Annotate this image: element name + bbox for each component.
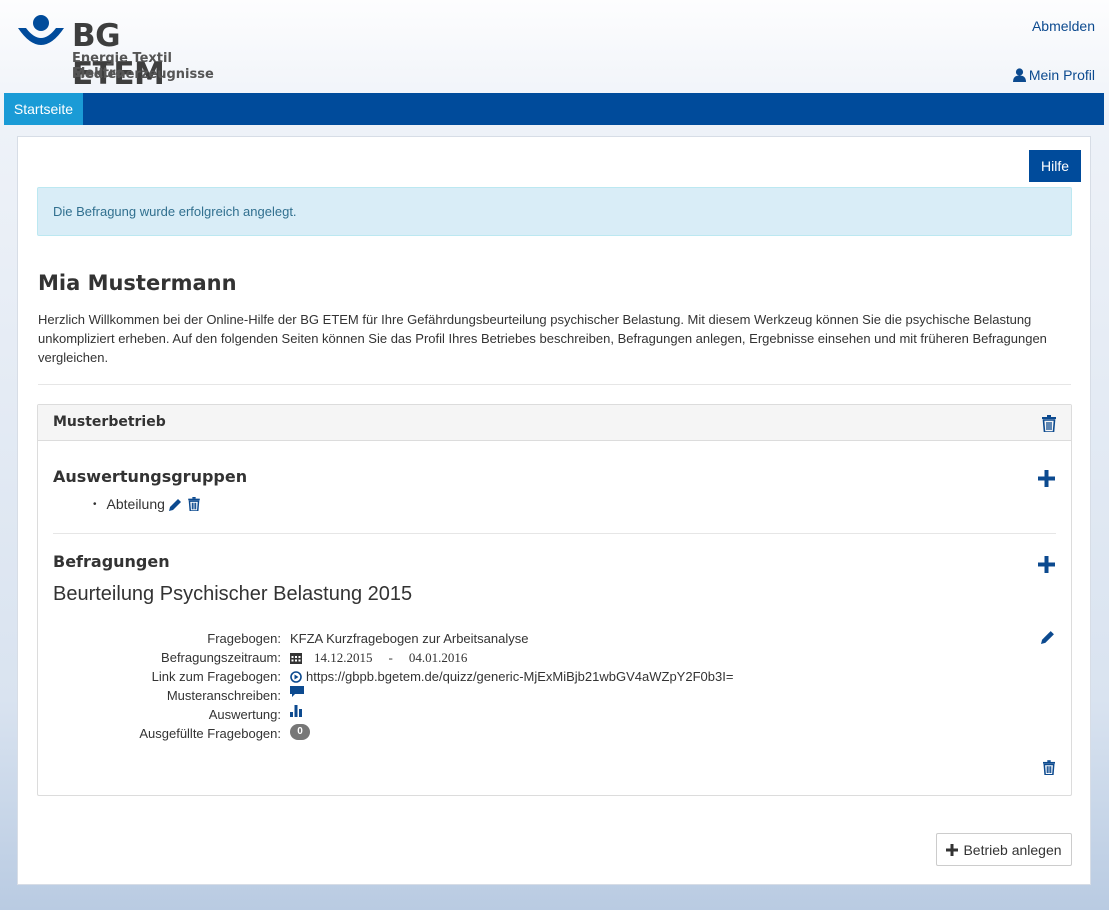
detail-row: Befragungszeitraum: 14.12.2015 - 04.01.2… xyxy=(53,648,1053,667)
bullet: • xyxy=(93,498,97,510)
period-label: Befragungszeitraum: xyxy=(161,650,281,665)
logo-subtitle-2: Medienerzeugnisse xyxy=(72,67,214,82)
company-panel: Musterbetrieb Auswertungsgruppen • Abtei… xyxy=(37,404,1072,796)
evaluation-label: Auswertung: xyxy=(208,707,281,722)
divider xyxy=(38,384,1071,385)
divider xyxy=(53,533,1056,534)
logo-mark-icon xyxy=(18,15,64,45)
letter-label: Musteranschreiben: xyxy=(166,688,281,703)
tab-startseite[interactable]: Startseite xyxy=(4,93,83,125)
add-group-plus-icon[interactable] xyxy=(1036,468,1056,488)
company-header: Musterbetrieb xyxy=(38,405,1071,441)
completed-value: 0 xyxy=(290,724,310,740)
groups-title: Auswertungsgruppen xyxy=(53,467,248,486)
link-value[interactable]: https://gbpb.bgetem.de/quizz/generic-MjE… xyxy=(290,667,733,686)
add-company-button[interactable]: Betrieb anlegen xyxy=(936,833,1072,866)
detail-row: Auswertung: xyxy=(53,705,1053,724)
add-company-label: Betrieb anlegen xyxy=(963,841,1062,858)
plus-icon xyxy=(946,843,959,856)
period-value: 14.12.2015 - 04.01.2016 xyxy=(290,648,467,667)
edit-pencil-icon[interactable] xyxy=(169,497,183,511)
profile-label: Mein Profil xyxy=(1028,67,1095,83)
comment-icon[interactable] xyxy=(290,686,304,698)
calendar-icon xyxy=(290,652,302,664)
company-name: Musterbetrieb xyxy=(53,414,166,430)
letter-value xyxy=(290,686,304,698)
questionnaire-value: KFZA Kurzfragebogen zur Arbeitsanalyse xyxy=(290,631,529,646)
questionnaire-label: Fragebogen: xyxy=(207,631,281,646)
period-separator: - xyxy=(388,650,393,665)
delete-group-trash-icon[interactable] xyxy=(187,497,201,512)
bar-chart-icon[interactable] xyxy=(290,705,303,717)
page-title: Mia Mustermann xyxy=(38,271,237,295)
period-start: 14.12.2015 xyxy=(314,650,373,665)
success-alert: Die Befragung wurde erfolgreich angelegt… xyxy=(37,187,1072,236)
link-label: Link zum Fragebogen: xyxy=(151,669,281,684)
period-end: 04.01.2016 xyxy=(408,650,468,665)
count-badge: 0 xyxy=(290,724,310,740)
delete-survey-trash-icon[interactable] xyxy=(1042,759,1056,776)
bg-etem-logo[interactable]: BG ETEM Energie Textil Elektro Medienerz… xyxy=(16,14,216,92)
play-circle-icon xyxy=(290,670,302,683)
detail-row: Link zum Fragebogen: https://gbpb.bgetem… xyxy=(53,667,1053,686)
header: BG ETEM Energie Textil Elektro Medienerz… xyxy=(0,0,1109,93)
help-button[interactable]: Hilfe xyxy=(1029,150,1081,182)
user-icon xyxy=(1012,68,1026,82)
main-navbar: Startseite xyxy=(4,93,1104,125)
survey-title: Beurteilung Psychischer Belastung 2015 xyxy=(53,583,413,605)
intro-text: Herzlich Willkommen bei der Online-Hilfe… xyxy=(38,312,1047,365)
surveys-title: Befragungen xyxy=(53,552,170,571)
questionnaire-link[interactable]: https://gbpb.bgetem.de/quizz/generic-MjE… xyxy=(306,667,733,686)
detail-row: Musteranschreiben: xyxy=(53,686,1053,705)
profile-link[interactable]: Mein Profil xyxy=(1012,67,1095,83)
survey-details: Fragebogen: KFZA Kurzfragebogen zur Arbe… xyxy=(53,629,1053,743)
evaluation-value xyxy=(290,705,303,717)
detail-row: Ausgefüllte Fragebogen: 0 xyxy=(53,724,1053,743)
logout-link[interactable]: Abmelden xyxy=(1032,18,1095,34)
delete-company-trash-icon[interactable] xyxy=(1040,413,1058,433)
completed-label: Ausgefüllte Fragebogen: xyxy=(139,726,281,741)
add-survey-plus-icon[interactable] xyxy=(1036,554,1056,574)
detail-row: Fragebogen: KFZA Kurzfragebogen zur Arbe… xyxy=(53,629,1053,648)
list-item: • Abteilung xyxy=(93,496,201,512)
content-panel: Hilfe Die Befragung wurde erfolgreich an… xyxy=(17,136,1091,885)
group-label: Abteilung xyxy=(106,496,165,512)
